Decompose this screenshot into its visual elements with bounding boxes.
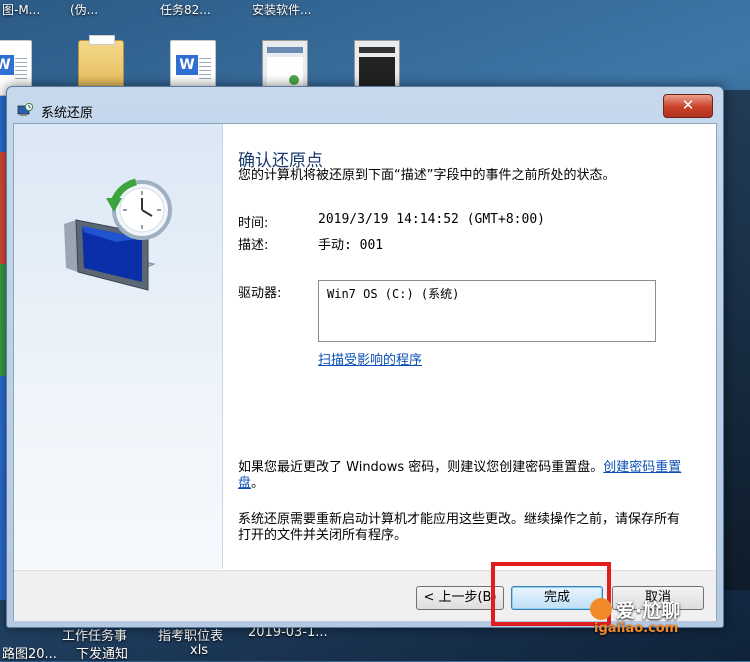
drive-list[interactable]: Win7 OS (C:) (系统)	[318, 280, 656, 342]
desktop-label[interactable]: 下发通知	[76, 643, 128, 662]
time-value: 2019/3/19 14:14:52 (GMT+8:00)	[318, 212, 545, 227]
drive-label: 驱动器:	[238, 286, 282, 301]
close-icon: ✕	[681, 96, 695, 114]
desktop-label[interactable]: 任务82...	[160, 1, 211, 18]
desktop-label[interactable]: 图-M...	[2, 1, 40, 18]
system-restore-icon	[17, 103, 33, 116]
scan-affected-programs-link[interactable]: 扫描受影响的程序	[318, 349, 422, 368]
desktop-label[interactable]: 路图20...	[2, 643, 57, 662]
password-notice-text: 如果您最近更改了 Windows 密码，则建议您创建密码重置盘。	[238, 460, 604, 475]
desktop-label[interactable]: xls	[190, 643, 208, 658]
system-restore-icon	[64, 178, 172, 291]
desktop-label[interactable]: 安装软件...	[252, 1, 311, 18]
title-bar[interactable]: 系统还原 ✕	[7, 87, 723, 123]
watermark-logo-icon	[590, 598, 612, 620]
restart-notice: 系统还原需要重新启动计算机才能应用这些更改。继续操作之前，请保存所有打开的文件并…	[238, 512, 681, 543]
dialog-client-area: 确认还原点 您的计算机将被还原到下面“描述”字段中的事件之前所处的状态。 时间:…	[13, 123, 717, 621]
close-button[interactable]: ✕	[663, 94, 713, 118]
window-title: 系统还原	[41, 106, 94, 121]
description-value: 手动: 001	[318, 238, 384, 253]
time-label: 时间:	[238, 216, 269, 231]
password-notice-suffix: 。	[251, 476, 265, 491]
description-label: 描述:	[238, 238, 269, 253]
site-watermark: 爱·尬聊 igaliao.com	[590, 596, 680, 636]
content-area: 确认还原点 您的计算机将被还原到下面“描述”字段中的事件之前所处的状态。 时间:…	[234, 124, 704, 569]
side-panel	[14, 124, 223, 569]
watermark-url: igaliao.com	[594, 621, 679, 636]
password-notice: 如果您最近更改了 Windows 密码，则建议您创建密码重置盘。创建密码重置盘。	[238, 460, 688, 492]
drive-list-item[interactable]: Win7 OS (C:) (系统)	[327, 287, 459, 301]
desktop-top-labels: 图-M... (伪... 任务82... 安装软件...	[0, 0, 750, 22]
page-description: 您的计算机将被还原到下面“描述”字段中的事件之前所处的状态。	[238, 168, 616, 183]
desktop-label[interactable]: (伪...	[70, 1, 98, 18]
system-restore-dialog: 系统还原 ✕ 确认还原点 您的计算机将被还原到下面“描述”字段中的事件之前所处的…	[6, 86, 724, 628]
